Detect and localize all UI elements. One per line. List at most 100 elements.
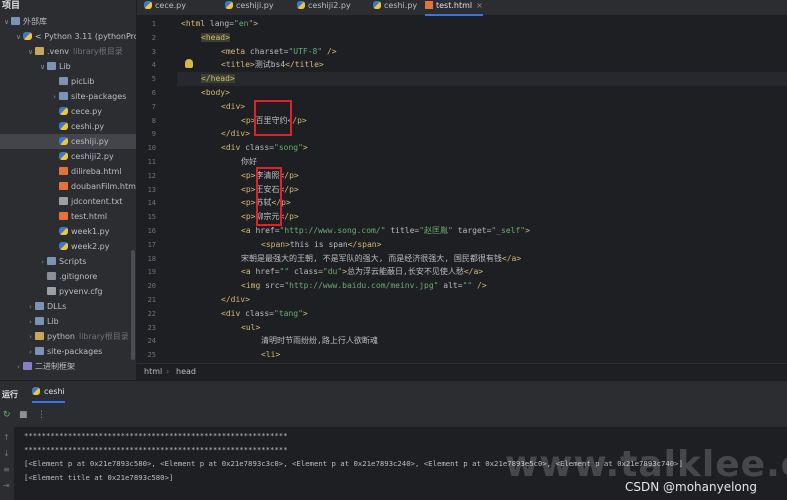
chevron-down-icon[interactable]: ∨	[14, 30, 23, 44]
folder-icon	[47, 257, 56, 265]
tree-item[interactable]: jdcontent.txt	[0, 194, 136, 209]
tab-ceshiji2-py[interactable]: ceshiji2.py	[297, 0, 351, 16]
line-number: 1	[151, 20, 156, 28]
tree-item[interactable]: dilireba.html	[0, 164, 136, 179]
line-number: 10	[147, 144, 156, 153]
code-token: 宋朝是最强大的王朝, 不是军队的强大, 而是经济很强大, 国民都很有钱	[241, 253, 502, 263]
code-line: <head>	[181, 31, 230, 45]
tree-item[interactable]: › site-packages	[0, 89, 136, 104]
tree-item-label: 外部库	[23, 17, 47, 26]
close-icon[interactable]: ×	[476, 1, 483, 10]
line-number: 21	[147, 296, 156, 304]
chevron-down-icon[interactable]: ∨	[2, 15, 11, 29]
tree-item[interactable]: pyvenv.cfg	[0, 284, 136, 299]
chevron-right-icon[interactable]: ›	[14, 360, 23, 374]
project-panel-title[interactable]: 项目	[0, 0, 136, 14]
code-line: <img src="http://www.baidu.com/meinv.jpg…	[181, 279, 487, 293]
chevron-down-icon[interactable]: ∨	[26, 45, 35, 59]
tree-item[interactable]: .gitignore	[0, 269, 136, 284]
breadcrumb-html[interactable]: html	[144, 364, 162, 380]
tree-item-label: pyvenv.cfg	[59, 287, 103, 296]
tree-item-label: week2.py	[71, 242, 110, 251]
code-token: </span>	[347, 239, 382, 249]
tree-item-label: test.html	[71, 212, 108, 221]
tab-label: ceshi.py	[384, 1, 418, 10]
tree-item[interactable]: ∨ .venv library根目录	[0, 44, 136, 59]
tree-item[interactable]: doubanFilm.html	[0, 179, 136, 194]
tree-item[interactable]: test.html	[0, 209, 136, 224]
chevron-right-icon[interactable]: ›	[26, 330, 35, 344]
scroll-to-end-icon[interactable]: ⇥	[3, 481, 10, 490]
tree-item[interactable]: ceshiji.py	[0, 134, 136, 149]
code-token: <div	[221, 143, 246, 153]
code-line: <body>	[181, 86, 230, 100]
tree-item[interactable]: › Scripts	[0, 254, 136, 269]
tree-item-label: ceshiji2.py	[71, 152, 114, 161]
code-token: />	[322, 46, 337, 56]
tree-item[interactable]: › 二进制框架	[0, 359, 136, 374]
tree-item[interactable]: ceshi.py	[0, 119, 136, 134]
chevron-right-icon[interactable]: ›	[26, 300, 35, 314]
line-number: 6	[151, 89, 156, 97]
line-number-gutter: 1 2 3 4 5 6 7 8 9 10 11 12 13 14 15 16 17 18 19 20 21 22 23 24 2…	[137, 16, 177, 363]
line-number: 11	[147, 158, 156, 166]
code-token: "UTF-8"	[288, 46, 323, 56]
highlight-box-poets	[256, 167, 282, 226]
code-token: <html	[181, 19, 210, 28]
scroll-up-icon[interactable]: ↑	[3, 433, 10, 442]
code-token: title=	[385, 226, 420, 235]
code-line: <div class="song">	[181, 141, 308, 155]
stop-icon[interactable]: ■	[19, 410, 28, 420]
chevron-right-icon[interactable]: ›	[38, 255, 47, 269]
tree-item[interactable]: ∨ 外部库	[0, 14, 136, 29]
code-token: </p>	[279, 212, 299, 222]
tree-item[interactable]: week1.py	[0, 224, 136, 239]
chevron-right-icon[interactable]: ›	[50, 90, 59, 104]
tree-item-label: .gitignore	[59, 272, 98, 281]
line-number: 13	[147, 185, 156, 194]
tree-item[interactable]: › python library根目录	[0, 329, 136, 344]
csdn-attribution: CSDN @mohanyelong	[624, 480, 757, 494]
tree-item[interactable]: › Lib	[0, 314, 136, 329]
tree-item[interactable]: ∨ Lib	[0, 59, 136, 74]
code-line: <meta charset="UTF-8" />	[181, 45, 337, 59]
html-icon	[59, 167, 68, 175]
tree-item[interactable]: ceshiji2.py	[0, 149, 136, 164]
run-tab-ceshi[interactable]: ceshi	[32, 387, 65, 403]
more-icon[interactable]: ⋮	[37, 410, 46, 420]
py-file-icon	[144, 1, 152, 9]
rerun-icon[interactable]: ↻	[3, 410, 11, 420]
tab-test-html[interactable]: test.html ×	[425, 0, 483, 16]
tab-ceshiji-py[interactable]: ceshiji.py	[225, 0, 274, 16]
tree-item-label: picLib	[71, 77, 95, 86]
tree-item[interactable]: › DLLs	[0, 299, 136, 314]
chevron-down-icon[interactable]: ∨	[38, 60, 47, 74]
tree-item[interactable]: › site-packages	[0, 344, 136, 359]
project-scrollbar[interactable]	[131, 250, 135, 360]
project-panel: 项目 ∨ 外部库 ∨ < Python 3.11 (pythonProje ∨ .venv…	[0, 0, 137, 380]
tree-item[interactable]: cece.py	[0, 104, 136, 119]
code-token: ""	[279, 267, 290, 277]
tree-item[interactable]: week2.py	[0, 239, 136, 254]
code-token: </a>	[463, 267, 484, 277]
tab-ceshi-py[interactable]: ceshi.py	[373, 0, 417, 16]
breadcrumb: html › head	[137, 363, 787, 380]
code-line: </head>	[177, 72, 787, 87]
tree-item-label: DLLs	[47, 302, 67, 311]
chevron-right-icon[interactable]: ›	[26, 345, 35, 359]
code-token: </a>	[501, 253, 522, 263]
tree-item[interactable]: picLib	[0, 74, 136, 89]
line-number: 3	[151, 47, 156, 56]
chevron-right-icon[interactable]: ›	[26, 315, 35, 329]
run-panel-title: 运行	[2, 390, 18, 399]
lightbulb-icon[interactable]	[185, 59, 193, 68]
code-token: charset=	[249, 46, 289, 56]
tab-label: ceshiji2.py	[308, 1, 351, 10]
breadcrumb-head[interactable]: head	[176, 364, 196, 380]
code-token: />	[472, 281, 487, 291]
scroll-down-icon[interactable]: ↓	[3, 449, 10, 458]
tree-item[interactable]: ∨ < Python 3.11 (pythonProje	[0, 29, 136, 44]
soft-wrap-icon[interactable]: ≡	[3, 465, 10, 474]
lib-icon	[23, 362, 32, 370]
tab-cece-py[interactable]: cece.py	[144, 0, 186, 16]
